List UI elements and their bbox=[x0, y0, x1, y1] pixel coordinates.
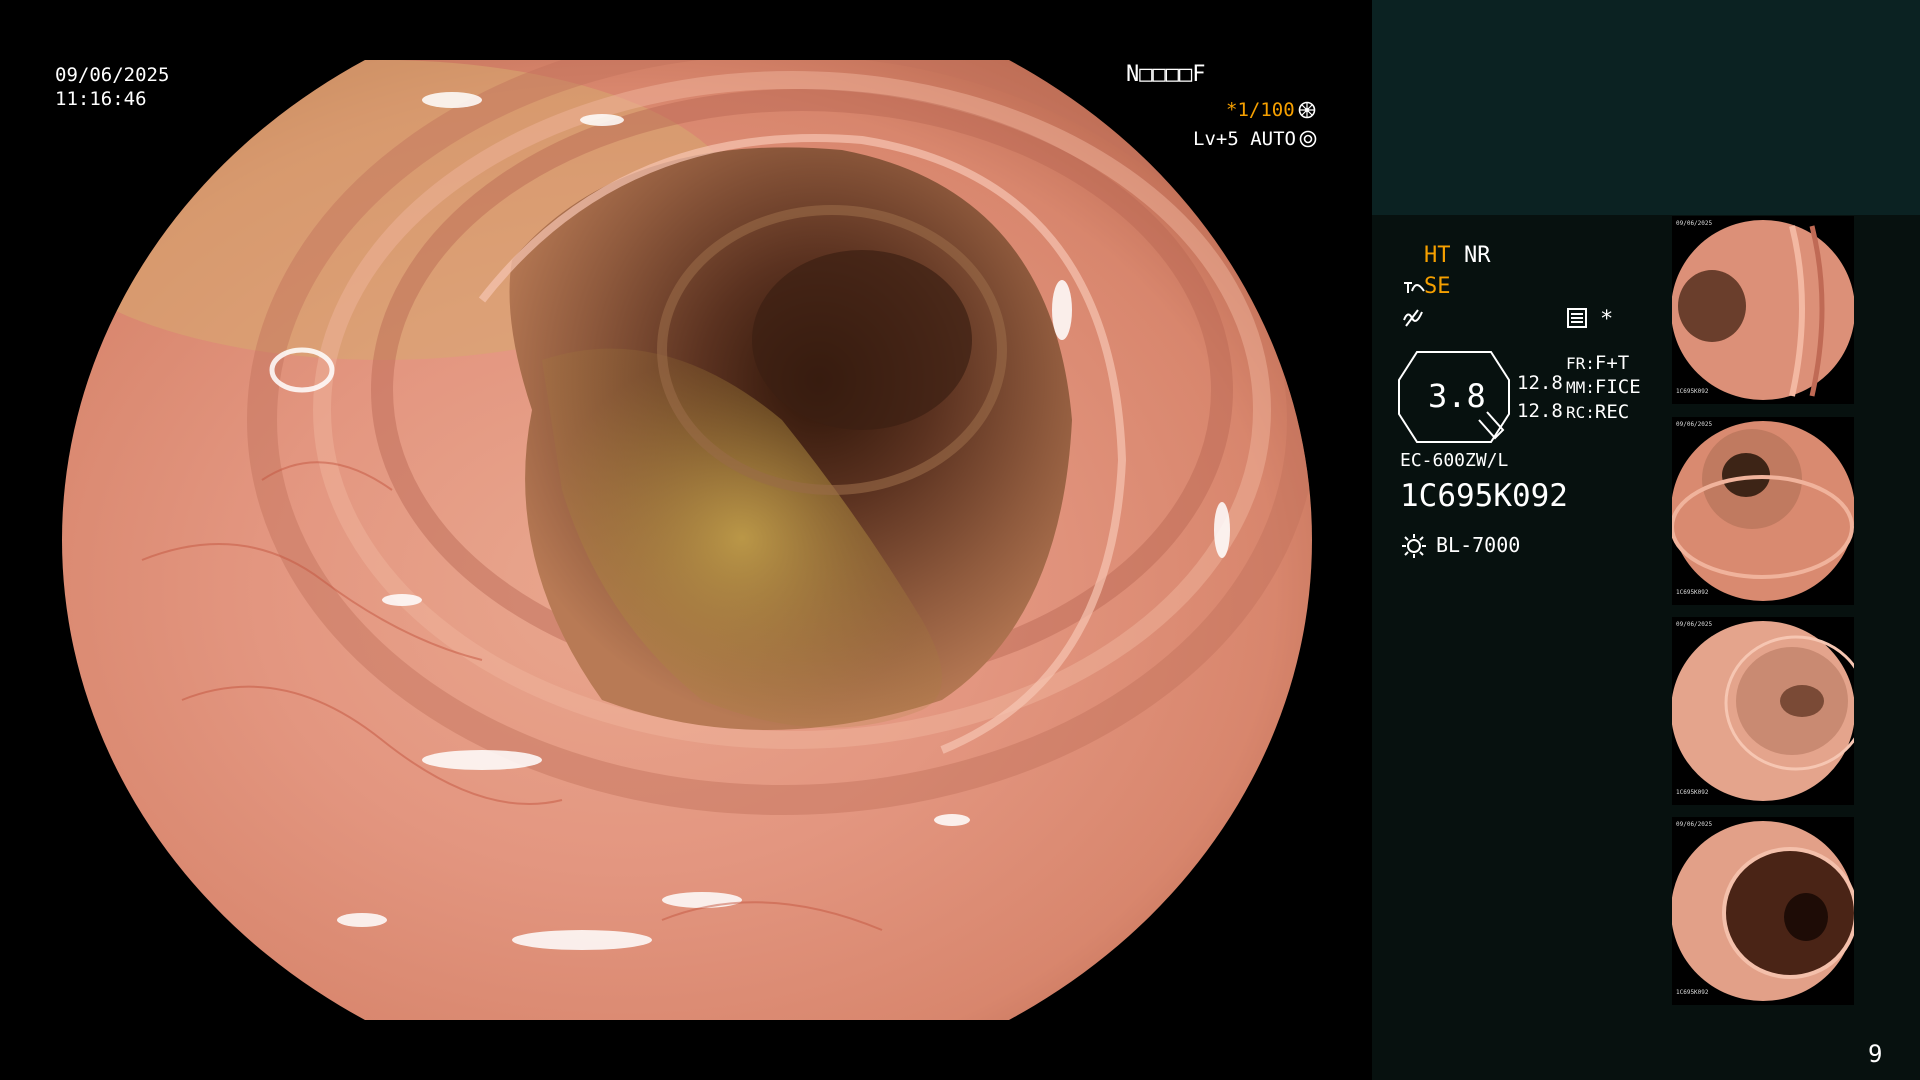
rc-row: RC:REC bbox=[1566, 401, 1629, 423]
thumb-serial: 1C695K092 bbox=[1676, 989, 1709, 996]
se-indicator: SE bbox=[1424, 274, 1451, 299]
asterisk-indicator: * bbox=[1600, 307, 1614, 332]
thumbnail-2[interactable]: 09/06/2025 1C695K092 bbox=[1672, 417, 1854, 605]
value-1: 12.8 bbox=[1517, 372, 1563, 394]
light-source: BL-7000 bbox=[1436, 533, 1521, 557]
thumbnail-3[interactable]: 09/06/2025 1C695K092 bbox=[1672, 617, 1854, 805]
mm-row: MM:FICE bbox=[1566, 376, 1641, 398]
thumb-date: 09/06/2025 bbox=[1676, 220, 1713, 227]
fr-label: FR: bbox=[1566, 354, 1595, 373]
endoscope-image bbox=[62, 60, 1312, 1020]
page-number: 9 bbox=[1868, 1040, 1883, 1068]
capture-time: 11:16:46 bbox=[55, 88, 147, 110]
magnification-value: 3.8 bbox=[1428, 377, 1486, 415]
capture-date: 09/06/2025 bbox=[55, 64, 170, 86]
rc-label: RC: bbox=[1566, 403, 1595, 422]
nr-indicator: NR bbox=[1464, 243, 1491, 268]
panel-header bbox=[1372, 0, 1920, 215]
thumbnail-1[interactable]: 09/06/2025 1C695K092 bbox=[1672, 216, 1854, 404]
rc-value: REC bbox=[1594, 401, 1630, 423]
mm-value: FICE bbox=[1594, 376, 1641, 398]
brightness-level: Lv+5 AUTO bbox=[1193, 128, 1296, 150]
light-icon bbox=[1402, 534, 1426, 558]
thumb-serial: 1C695K092 bbox=[1676, 388, 1709, 395]
patient-code: N□□□□F bbox=[1126, 62, 1206, 87]
info-panel: HT NR SE * 3.8 12.8 12.8 FR:F+T MM:FICE … bbox=[1372, 0, 1920, 1080]
thumbnail-4[interactable]: 09/06/2025 1C695K092 bbox=[1672, 817, 1854, 1005]
mm-label: MM: bbox=[1566, 378, 1595, 397]
value-2: 12.8 bbox=[1517, 400, 1563, 422]
scope-model: EC-600ZW/L bbox=[1400, 450, 1509, 471]
level-readout: Lv+5 AUTO bbox=[1193, 127, 1317, 151]
shutter-speed: *1/100 bbox=[1226, 99, 1295, 121]
thumb-date: 09/06/2025 bbox=[1676, 621, 1713, 628]
ht-indicator: HT bbox=[1424, 243, 1451, 268]
structure-enhance-icon bbox=[1404, 282, 1425, 293]
shutter-readout: *1/100 bbox=[1226, 98, 1316, 122]
fr-value: F+T bbox=[1594, 352, 1630, 374]
color-tone-icon bbox=[1403, 309, 1423, 327]
thumb-date: 09/06/2025 bbox=[1676, 821, 1713, 828]
endoscope-view: 09/06/2025 11:16:46 N□□□□F *1/100 Lv+5 A… bbox=[0, 0, 1372, 1080]
film-icon bbox=[1298, 101, 1315, 119]
scope-serial: 1C695K092 bbox=[1400, 478, 1568, 514]
thumb-serial: 1C695K092 bbox=[1676, 789, 1709, 796]
settings-icon bbox=[1567, 308, 1587, 328]
thumb-date: 09/06/2025 bbox=[1676, 421, 1713, 428]
thumb-serial: 1C695K092 bbox=[1676, 589, 1709, 596]
gear-icon bbox=[1299, 130, 1317, 148]
fr-row: FR:F+T bbox=[1566, 352, 1629, 374]
